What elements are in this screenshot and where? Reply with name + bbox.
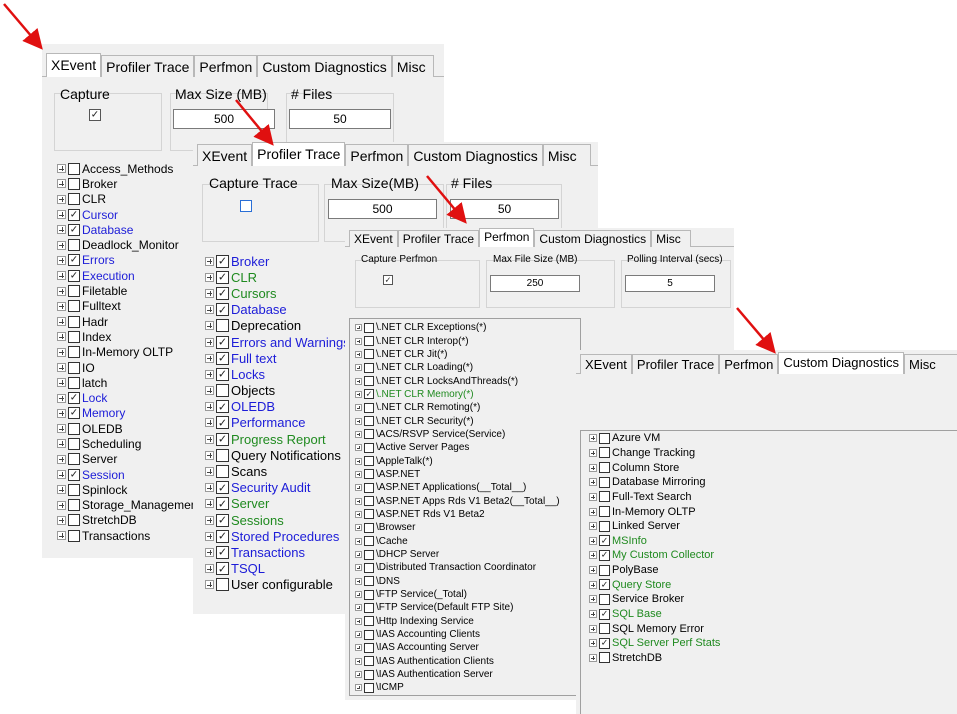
arrow-to-xevent-tab	[3, 3, 43, 50]
annotation-arrows	[3, 3, 776, 354]
arrow-to-profiler-tab	[235, 99, 274, 146]
arrow-to-perfmon-tab	[426, 175, 467, 224]
arrow-to-custom-diagnostics-tab	[736, 307, 776, 354]
